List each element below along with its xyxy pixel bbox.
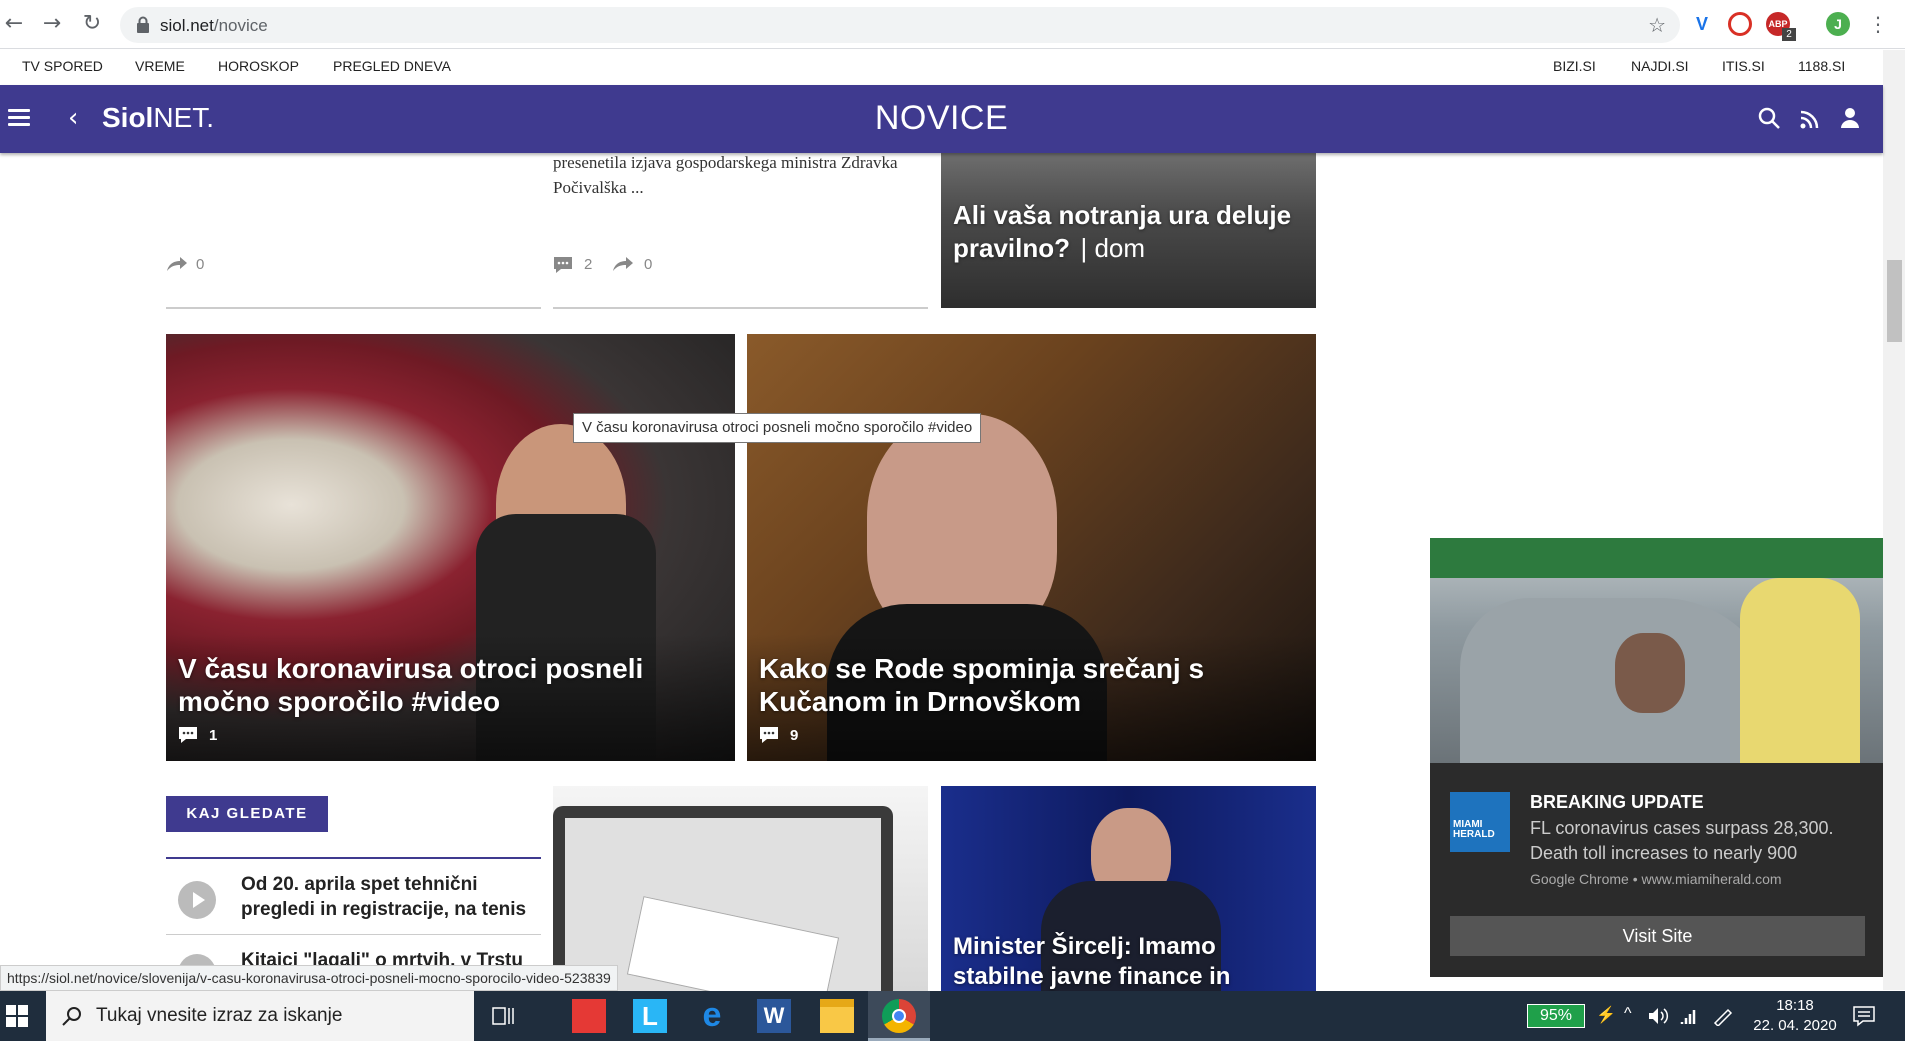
top-links-bar: TV SPORED VREME HOROSKOP PREGLED DNEVA B… <box>0 50 1880 85</box>
share-count: 0 <box>644 256 653 273</box>
notification-body: FL coronavirus cases surpass 28,300. Dea… <box>1530 818 1834 863</box>
back-arrow-icon[interactable]: ← <box>2 12 26 36</box>
card-title: V času koronavirusa otroci posneli močno… <box>178 653 644 717</box>
edge-icon[interactable]: e <box>695 998 729 1033</box>
comment-icon <box>760 727 778 743</box>
scrollbar-track[interactable] <box>1883 50 1905 990</box>
toplink-itis[interactable]: ITIS.SI <box>1722 58 1765 74</box>
search-icon <box>62 1007 81 1026</box>
divider <box>553 307 928 309</box>
toplink-bizi[interactable]: BIZI.SI <box>1553 58 1596 74</box>
miami-herald-logo: MIAMI HERALD <box>1450 792 1510 852</box>
pen-icon[interactable] <box>1712 1006 1734 1026</box>
chevron-up-icon[interactable]: ^ <box>1624 1005 1632 1023</box>
chrome-taskbar-active[interactable] <box>868 991 930 1041</box>
notification-image <box>1430 538 1885 763</box>
divider <box>166 857 541 859</box>
red-app-icon[interactable] <box>572 999 606 1033</box>
forward-arrow-icon[interactable]: → <box>40 12 64 36</box>
category-tag: | dom <box>1080 233 1146 263</box>
menu-dots-icon[interactable]: ⋮ <box>1866 12 1890 36</box>
article-card-sircelj[interactable]: Minister Šircelj: Imamo stabilne javne f… <box>941 786 1316 991</box>
word-icon[interactable]: W <box>757 999 791 1033</box>
wifi-icon[interactable] <box>1680 1006 1702 1026</box>
article-card-otroci[interactable]: V času koronavirusa otroci posneli močno… <box>166 334 735 761</box>
bookmark-star-icon[interactable]: ☆ <box>1648 13 1666 37</box>
notification-image-worker <box>1740 578 1860 763</box>
divider <box>166 934 541 935</box>
toplink-pregled-dneva[interactable]: PREGLED DNEVA <box>333 58 451 74</box>
card-title: Minister Šircelj: Imamo stabilne javne f… <box>953 933 1231 990</box>
chrome-icon <box>882 999 916 1033</box>
list-item-title: Kitajci "lagali" o mrtvih, v Trstu <box>241 950 523 965</box>
address-bar[interactable]: siol.net/novice ☆ <box>120 7 1680 43</box>
toplink-1188[interactable]: 1188.SI <box>1798 58 1845 74</box>
url-text[interactable]: siol.net/novice <box>160 16 268 36</box>
toplink-najdi[interactable]: NAJDI.SI <box>1631 58 1689 74</box>
comment-count: 2 <box>584 256 593 273</box>
chrome-notification[interactable]: MIAMI HERALD BREAKING UPDATE FL coronavi… <box>1430 538 1885 977</box>
taskbar-search[interactable]: Tukaj vnesite izraz za iskanje <box>46 991 474 1041</box>
toplink-tv-spored[interactable]: TV SPORED <box>22 58 103 74</box>
search-icon[interactable] <box>1758 107 1780 129</box>
lock-icon <box>137 16 149 33</box>
section-title: NOVICE <box>874 99 1009 137</box>
share-count: 0 <box>196 256 205 273</box>
play-icon <box>178 954 216 965</box>
article-card-document[interactable] <box>553 786 928 991</box>
article-card-rode[interactable]: Kako se Rode spominja srečanj s Kučanom … <box>747 334 1316 761</box>
adblock-badge: 2 <box>1782 28 1796 41</box>
play-icon <box>178 881 216 919</box>
share-icon[interactable] <box>612 256 634 272</box>
comment-icon <box>554 257 572 273</box>
list-item[interactable]: Kitajci "lagali" o mrtvih, v Trstu <box>166 944 541 965</box>
comment-count: 9 <box>790 727 799 744</box>
comment-count: 1 <box>209 727 218 744</box>
user-icon[interactable] <box>1840 107 1860 129</box>
share-icon[interactable] <box>166 256 188 272</box>
power-plug-icon[interactable]: ⚡ <box>1596 1005 1616 1025</box>
site-header: ‹ SiolNET. NOVICE <box>0 85 1883 153</box>
visit-site-button[interactable]: Visit Site <box>1450 916 1865 956</box>
profile-avatar[interactable]: J <box>1826 12 1850 36</box>
clock-time: 18:18 <box>1776 997 1814 1014</box>
list-item[interactable]: Od 20. aprila spet tehnični pregledi in … <box>166 868 541 934</box>
l-app-icon[interactable]: L <box>633 999 667 1033</box>
search-placeholder: Tukaj vnesite izraz za iskanje <box>96 1005 343 1026</box>
notification-image-person <box>1615 633 1685 713</box>
comment-icon <box>179 727 197 743</box>
rss-icon[interactable] <box>1800 109 1820 129</box>
notification-title: BREAKING UPDATE <box>1530 792 1704 812</box>
toplink-vreme[interactable]: VREME <box>135 58 185 74</box>
clock-date: 22. 04. 2020 <box>1753 1017 1837 1034</box>
scrollbar-thumb[interactable] <box>1887 260 1902 342</box>
toplink-horoskop[interactable]: HOROSKOP <box>218 58 299 74</box>
status-url: https://siol.net/novice/slovenija/v-casu… <box>0 965 618 991</box>
file-explorer-icon[interactable] <box>820 999 854 1033</box>
notification-image-trees <box>1430 538 1885 578</box>
clock[interactable]: 18:18 22. 04. 2020 <box>1750 996 1840 1036</box>
volume-icon[interactable] <box>1648 1006 1670 1026</box>
windows-start-icon[interactable] <box>6 1005 28 1027</box>
tooltip: V času koronavirusa otroci posneli močno… <box>573 413 982 443</box>
browser-toolbar: ← → ↻ siol.net/novice ☆ V ABP 2 J ⋮ <box>0 0 1905 49</box>
extension-v-icon[interactable]: V <box>1690 12 1714 36</box>
reload-icon[interactable]: ↻ <box>80 12 104 36</box>
windows-taskbar: Tukaj vnesite izraz za iskanje L e W 95%… <box>0 991 1905 1041</box>
block-icon[interactable] <box>1728 12 1752 36</box>
battery-indicator[interactable]: 95% <box>1527 1004 1585 1028</box>
kaj-gledate-label[interactable]: KAJ GLEDATE <box>166 796 328 832</box>
notification-source: Google Chrome • www.miamiherald.com <box>1530 871 1782 887</box>
article-snippet[interactable]: presenetila izjava gospodarskega ministr… <box>553 150 923 200</box>
divider <box>166 307 541 309</box>
list-item-title: Od 20. aprila spet tehnični pregledi in … <box>241 874 527 920</box>
notification-center-icon[interactable] <box>1853 1005 1875 1027</box>
task-view-icon[interactable] <box>492 1004 516 1028</box>
article-card-notranja-ura[interactable]: Ali vaša notranja ura deluje pravilno? |… <box>941 153 1316 308</box>
card-title: Kako se Rode spominja srečanj s Kučanom … <box>759 653 1205 717</box>
